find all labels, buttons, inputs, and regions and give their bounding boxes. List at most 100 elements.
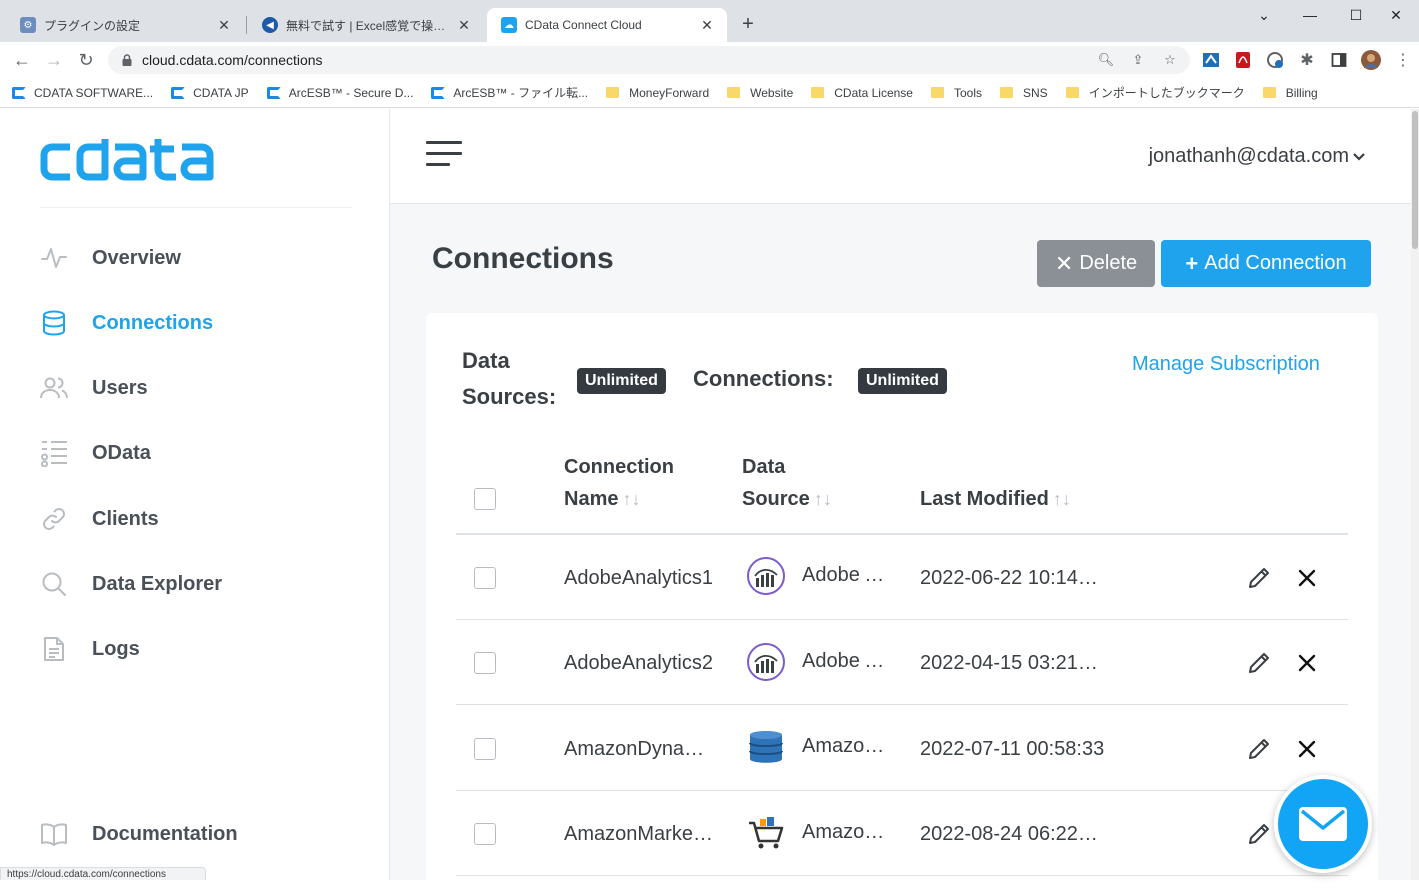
browser-window: ⚙ プラグインの設定 ✕ ◀ 無料で試す | Excel感覚で操作できる ✕ ☁… [0, 0, 1419, 893]
bookmark-label: CDATA SOFTWARE... [34, 85, 154, 100]
bookmark-label: SNS [1023, 85, 1048, 100]
bookmark-item[interactable]: ArcESB™ - Secure D... [266, 86, 413, 100]
sort-icon[interactable]: ↑↓ [1053, 489, 1071, 509]
address-bar[interactable]: cloud.cdata.com/connections 🔍︎ ⇪ ☆ [108, 46, 1190, 74]
folder-icon [811, 87, 825, 98]
sidebar-item-overview[interactable]: Overview [40, 240, 181, 276]
bookmark-folder[interactable]: Tools [930, 86, 982, 100]
tab-excel-trial[interactable]: ◀ 無料で試す | Excel感覚で操作できる ✕ [248, 8, 484, 42]
select-all-checkbox[interactable] [474, 488, 496, 510]
edit-pencil-icon[interactable] [1246, 650, 1272, 676]
edit-pencil-icon[interactable] [1246, 821, 1272, 847]
user-menu[interactable]: jonathanh@cdata.com [1149, 145, 1365, 168]
share-icon[interactable]: ⇪ [1128, 50, 1148, 70]
add-connection-button[interactable]: + Add Connection [1161, 240, 1371, 287]
connections-badge: Unlimited [858, 368, 947, 394]
close-icon[interactable]: ✕ [216, 17, 232, 33]
extension-screen-icon[interactable] [1201, 50, 1221, 70]
sidebar: Overview Connections Users OData Clients… [0, 109, 390, 880]
minimize-icon[interactable]: — [1287, 0, 1333, 30]
bookmark-star-icon[interactable]: ☆ [1160, 50, 1180, 70]
badge-extension-icon[interactable] [1265, 50, 1285, 70]
bookmark-label: Billing [1285, 85, 1318, 100]
sort-icon[interactable]: ↑↓ [622, 489, 640, 509]
sidebar-item-users[interactable]: Users [40, 370, 148, 406]
chat-support-button[interactable] [1274, 775, 1372, 873]
bookmark-item[interactable]: CDATA SOFTWARE... [12, 86, 153, 100]
column-header-last-modified[interactable]: Last Modified ↑↓ [920, 483, 1071, 515]
zoom-icon[interactable]: 🔍︎ [1096, 50, 1116, 70]
book-icon [40, 820, 68, 848]
bookmark-folder[interactable]: SNS [1000, 86, 1048, 100]
bookmark-label: Website [750, 85, 794, 100]
delete-x-icon[interactable] [1294, 736, 1320, 762]
bookmark-folder[interactable]: Website [727, 86, 793, 100]
back-arrow-icon[interactable]: ← [10, 48, 34, 72]
manage-subscription-link[interactable]: Manage Subscription [1132, 353, 1320, 376]
browser-menu-icon[interactable]: ⋮ [1393, 50, 1413, 70]
connection-name[interactable]: AdobeAnalytics2 [564, 652, 714, 675]
bookmark-item[interactable]: ArcESB™ - ファイル転... [431, 84, 588, 101]
sort-icon[interactable]: ↑↓ [814, 489, 832, 509]
tab-plugin-settings[interactable]: ⚙ プラグインの設定 ✕ [6, 8, 244, 42]
edit-pencil-icon[interactable] [1246, 736, 1272, 762]
connection-name[interactable]: AdobeAnalytics1 [564, 567, 714, 590]
delete-x-icon[interactable] [1294, 650, 1320, 676]
hamburger-menu-icon[interactable] [426, 141, 462, 171]
reload-icon[interactable]: ↻ [74, 48, 98, 72]
close-icon[interactable]: ✕ [456, 17, 472, 33]
row-checkbox[interactable] [474, 652, 496, 674]
connection-name[interactable]: AmazonMarketplace [564, 823, 714, 846]
sidebar-item-label: Users [92, 376, 148, 399]
tab-cdata-connect-cloud[interactable]: ☁ CData Connect Cloud ✕ [487, 8, 727, 42]
sidebar-item-odata[interactable]: OData [40, 435, 151, 471]
row-divider [456, 790, 1348, 791]
cdata-logo[interactable] [40, 139, 220, 184]
sidebar-item-clients[interactable]: Clients [40, 501, 159, 537]
header-label: Source [742, 488, 810, 510]
bookmark-label: CDATA JP [193, 85, 249, 100]
tab-search-chevron-down-icon[interactable]: ⌄ [1241, 0, 1287, 30]
delete-x-icon[interactable] [1294, 565, 1320, 591]
sidebar-item-label: Connections [92, 311, 214, 334]
delete-button[interactable]: ✕ Delete [1037, 240, 1155, 287]
puzzle-extensions-icon[interactable]: ✱ [1297, 50, 1317, 70]
bookmark-folder[interactable]: MoneyForward [606, 86, 709, 100]
database-icon [40, 309, 68, 337]
row-divider [456, 619, 1348, 620]
adobe-analytics-icon [747, 643, 785, 681]
sidebar-item-logs[interactable]: Logs [40, 631, 140, 667]
row-checkbox[interactable] [474, 738, 496, 760]
side-panel-icon[interactable] [1329, 50, 1349, 70]
row-checkbox[interactable] [474, 567, 496, 589]
sidebar-item-data-explorer[interactable]: Data Explorer [40, 566, 222, 602]
column-header-data-source[interactable]: Data Source ↑↓ [742, 451, 832, 515]
cdata-bookmark-icon [171, 86, 186, 99]
new-tab-plus-icon[interactable]: + [736, 12, 760, 36]
window-close-icon[interactable]: ✕ [1373, 0, 1419, 30]
bookmark-item[interactable]: CDATA JP [171, 86, 249, 100]
connection-name[interactable]: AmazonDynamoDB [564, 738, 714, 761]
sidebar-item-label: Overview [92, 246, 181, 269]
column-header-connection-name[interactable]: Connection Name ↑↓ [564, 451, 674, 515]
row-checkbox[interactable] [474, 823, 496, 845]
page-scrollbar[interactable] [1411, 109, 1419, 880]
bookmark-folder[interactable]: インポートしたブックマーク [1065, 84, 1245, 101]
data-source-name: Adobe Analytics [802, 564, 892, 586]
profile-avatar[interactable] [1361, 50, 1381, 70]
users-icon [40, 374, 68, 402]
close-icon[interactable]: ✕ [699, 17, 715, 33]
bookmark-folder[interactable]: Billing [1262, 85, 1318, 100]
sidebar-item-documentation[interactable]: Documentation [40, 816, 238, 852]
sidebar-item-connections[interactable]: Connections [40, 305, 213, 341]
data-sources-badge: Unlimited [577, 368, 666, 394]
edit-pencil-icon[interactable] [1246, 565, 1272, 591]
user-email: jonathanh@cdata.com [1148, 145, 1349, 167]
bookmark-folder[interactable]: CData License [811, 86, 913, 100]
plus-icon: + [1185, 250, 1199, 276]
tab-strip: ⚙ プラグインの設定 ✕ ◀ 無料で試す | Excel感覚で操作できる ✕ ☁… [0, 0, 1419, 42]
data-source-name: Amazon DynamoDB [802, 735, 892, 757]
forward-arrow-icon[interactable]: → [42, 48, 66, 72]
scrollbar-thumb[interactable] [1412, 111, 1418, 249]
pdf-extension-icon[interactable] [1233, 50, 1253, 70]
